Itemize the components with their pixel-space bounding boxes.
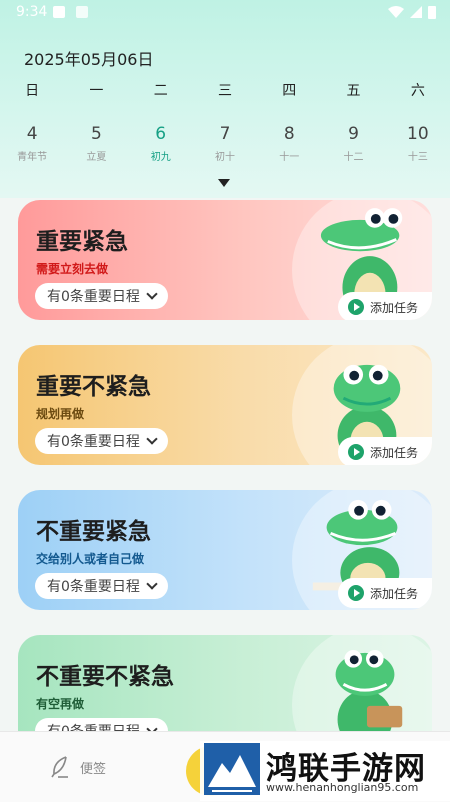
expand-calendar-icon[interactable] <box>218 179 230 187</box>
current-date[interactable]: 2025年05月06日 <box>24 46 153 70</box>
weekday-label: 四 <box>282 83 297 99</box>
chevron-down-icon <box>146 288 158 300</box>
day-number: 6 <box>155 124 167 144</box>
day-number: 7 <box>219 124 231 144</box>
lunar-label: 立夏 <box>86 152 107 163</box>
quadrant-card-important-not-urgent[interactable]: 重要不紧急 规划再做 有0条重要日程 添加任务 <box>18 345 432 465</box>
card-subtitle: 需要立刻去做 <box>36 262 109 276</box>
battery-icon <box>428 6 436 19</box>
day-number: 10 <box>407 124 429 144</box>
weekday-label: 二 <box>153 83 168 99</box>
day-sat[interactable]: 六 10 十三 <box>386 80 450 163</box>
app-notification-icon <box>76 6 88 18</box>
lunar-label: 十一 <box>279 152 300 163</box>
watermark-url: www.henanhonglian95.com <box>266 781 419 794</box>
day-number: 5 <box>91 124 102 144</box>
lunar-label: 初十 <box>214 152 235 163</box>
lunar-label: 青年节 <box>17 152 48 163</box>
watermark-logo-icon <box>204 743 260 795</box>
day-wed[interactable]: 三 7 初十 <box>193 80 257 163</box>
watermark: 鸿联手游网 www.henanhonglian95.com <box>200 741 450 801</box>
quadrant-card-not-important-urgent[interactable]: 不重要紧急 交给别人或者自己做 有0条重要日程 添加任务 <box>18 490 432 610</box>
day-sun[interactable]: 日 4 青年节 <box>0 80 64 163</box>
play-icon <box>347 585 364 601</box>
add-task-button[interactable]: 添加任务 <box>337 578 432 608</box>
card-title: 重要不紧急 <box>36 374 151 400</box>
weekday-label: 一 <box>89 83 104 99</box>
weekday-label: 三 <box>217 83 232 99</box>
schedule-dropdown[interactable]: 有0条重要日程 <box>35 283 168 309</box>
feather-pen-icon <box>51 756 68 778</box>
wifi-icon <box>388 6 404 18</box>
play-icon <box>347 444 364 460</box>
card-subtitle: 有空再做 <box>36 697 85 711</box>
day-mon[interactable]: 一 5 立夏 <box>64 80 128 163</box>
card-subtitle: 交给别人或者自己做 <box>36 552 145 566</box>
schedule-dropdown[interactable]: 有0条重要日程 <box>35 428 168 454</box>
card-title: 不重要不紧急 <box>36 664 174 690</box>
schedule-count: 有0条重要日程 <box>47 434 140 450</box>
card-title: 不重要紧急 <box>36 519 151 545</box>
lunar-label: 十二 <box>343 152 364 163</box>
weekday-label: 五 <box>346 83 361 99</box>
card-subtitle: 规划再做 <box>36 407 85 421</box>
play-icon <box>347 299 364 315</box>
add-task-label: 添加任务 <box>369 586 418 601</box>
day-number: 4 <box>26 124 38 144</box>
day-number: 9 <box>348 124 359 144</box>
lunar-label: 十三 <box>407 152 428 163</box>
lunar-label: 初九 <box>150 152 171 163</box>
weekday-label: 日 <box>25 83 40 99</box>
add-task-label: 添加任务 <box>369 445 418 460</box>
schedule-dropdown[interactable]: 有0条重要日程 <box>35 573 168 599</box>
calendar-header: 9:34 2025年05月06日 日 4 青年节 一 5 立夏 二 6 初九 三 7 初十 四 8… <box>0 0 450 198</box>
nav-note-label: 便签 <box>80 761 107 777</box>
card-title: 重要紧急 <box>36 229 128 255</box>
schedule-count: 有0条重要日程 <box>47 579 140 595</box>
nav-note[interactable]: 便签 <box>50 756 106 778</box>
chevron-down-icon <box>146 433 158 445</box>
day-number: 8 <box>283 124 295 144</box>
day-fri[interactable]: 五 9 十二 <box>321 80 385 163</box>
chevron-down-icon <box>146 578 158 590</box>
add-task-label: 添加任务 <box>369 300 418 315</box>
weekday-label: 六 <box>410 83 425 99</box>
quadrant-card-important-urgent[interactable]: 重要紧急 需要立刻去做 有0条重要日程 添加任务 <box>18 200 432 320</box>
add-task-button[interactable]: 添加任务 <box>337 437 432 465</box>
week-strip: 日 4 青年节 一 5 立夏 二 6 初九 三 7 初十 四 8 十一 五 9 十二 六 10 十三 <box>0 80 450 163</box>
notification-icon <box>53 6 65 18</box>
status-time: 9:34 <box>16 4 48 20</box>
day-tue-selected[interactable]: 二 6 初九 <box>129 80 193 163</box>
status-bar: 9:34 <box>0 0 450 24</box>
signal-icon <box>410 6 422 18</box>
day-thu[interactable]: 四 8 十一 <box>257 80 321 163</box>
add-task-button[interactable]: 添加任务 <box>337 292 432 320</box>
schedule-count: 有0条重要日程 <box>47 289 140 305</box>
